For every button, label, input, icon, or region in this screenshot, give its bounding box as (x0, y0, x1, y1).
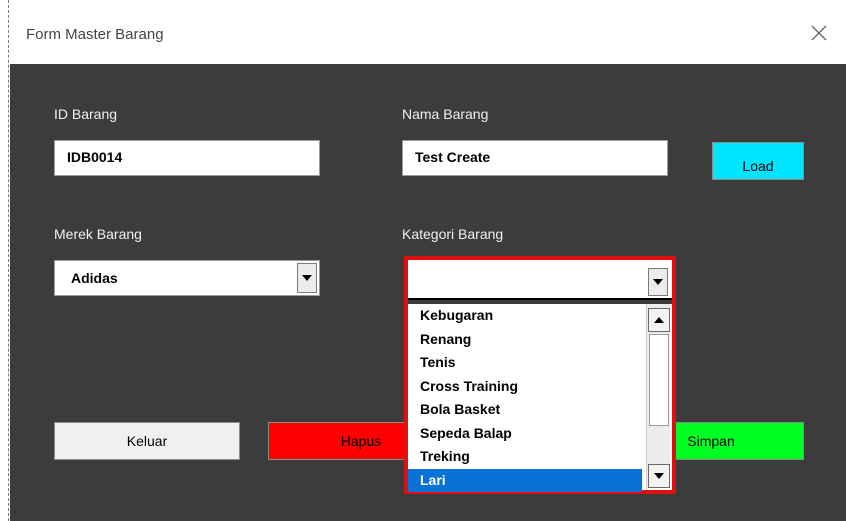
dropdown-option[interactable]: Bola Basket (408, 398, 642, 422)
scroll-thumb[interactable] (649, 334, 669, 426)
scroll-up-button[interactable] (648, 308, 670, 332)
form-body: ID Barang IDB0014 Nama Barang Test Creat… (10, 64, 846, 521)
keluar-button[interactable]: Keluar (54, 422, 240, 460)
kategori-dropdown-list: Kebugaran Renang Tenis Cross Training Bola B… (408, 304, 672, 492)
id-barang-label: ID Barang (54, 106, 118, 122)
id-barang-input[interactable]: IDB0014 (54, 140, 320, 176)
left-window-edge (0, 0, 10, 521)
close-icon (811, 25, 827, 41)
merek-barang-label: Merek Barang (54, 226, 142, 242)
dropdown-option[interactable]: Cross Training (408, 375, 642, 399)
kategori-dropdown-button[interactable] (648, 268, 668, 296)
window-title: Form Master Barang (26, 26, 164, 43)
kategori-barang-combo[interactable] (408, 260, 672, 300)
dropdown-option[interactable]: Sepeda Balap (408, 422, 642, 446)
nama-barang-label: Nama Barang (402, 106, 489, 122)
title-bar: Form Master Barang (10, 0, 846, 64)
chevron-down-icon (653, 279, 663, 285)
merek-dropdown-button[interactable] (297, 263, 317, 293)
kategori-highlight: Kebugaran Renang Tenis Cross Training Bola B… (404, 256, 676, 494)
chevron-down-icon (302, 275, 312, 281)
dropdown-scrollbar[interactable] (646, 304, 670, 488)
dropdown-option[interactable]: Lari (408, 468, 642, 492)
dropdown-option[interactable]: Tenis (408, 351, 642, 375)
chevron-down-icon (654, 473, 664, 479)
dropdown-option[interactable]: Kebugaran (408, 304, 642, 328)
dropdown-options: Kebugaran Renang Tenis Cross Training Bola B… (408, 304, 642, 492)
kategori-barang-label: Kategori Barang (402, 226, 504, 242)
dropdown-option[interactable]: Renang (408, 328, 642, 352)
scroll-down-button[interactable] (648, 464, 670, 488)
dropdown-option[interactable]: Treking (408, 445, 642, 469)
nama-barang-input[interactable]: Test Create (402, 140, 668, 176)
merek-barang-combo[interactable]: Adidas (54, 260, 320, 296)
close-button[interactable] (804, 18, 834, 48)
chevron-up-icon (654, 317, 664, 323)
merek-barang-value: Adidas (71, 270, 118, 286)
load-button[interactable]: Load (712, 142, 804, 180)
